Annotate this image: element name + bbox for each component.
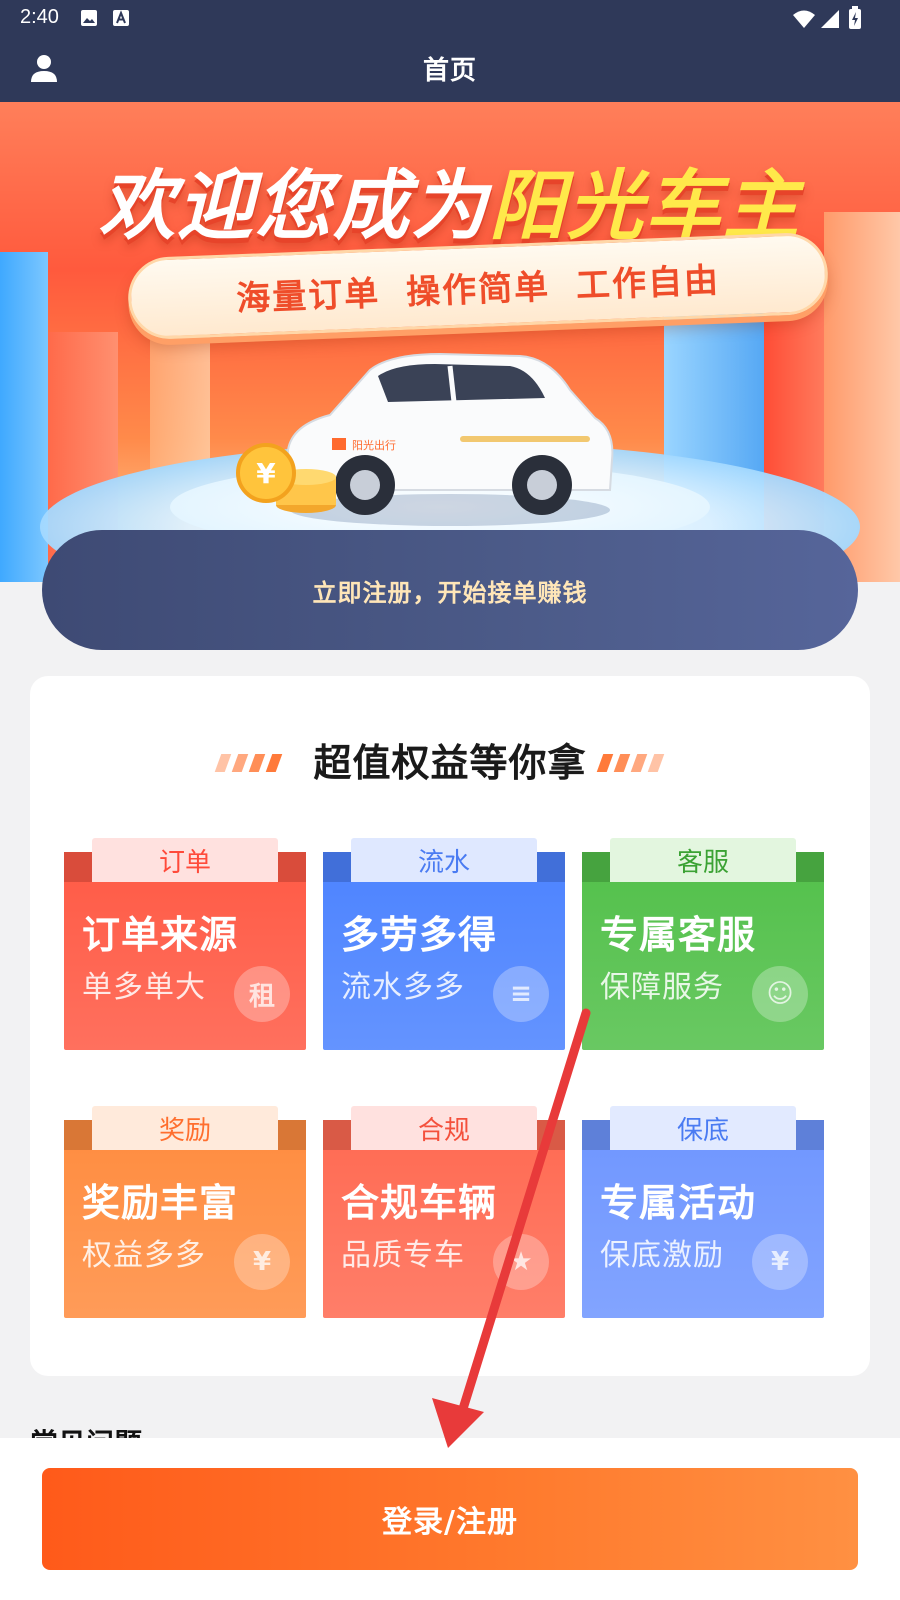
tile-subtitle: 权益多多 — [82, 1238, 206, 1273]
tile-ear-left — [64, 1120, 92, 1150]
tile-ear-left — [64, 852, 92, 882]
tile-title: 奖励丰富 — [82, 1181, 239, 1225]
tile-tab: 客服 — [610, 838, 796, 882]
tile-tab: 流水 — [351, 838, 537, 882]
benefit-tile-exclusive-service[interactable]: 客服专属客服保障服务 ☺ — [582, 838, 824, 1050]
tile-tab: 奖励 — [92, 1106, 278, 1150]
tile-ear-right — [278, 1120, 306, 1150]
tile-badge-icon: ★ — [493, 1234, 549, 1290]
signal-icon — [821, 10, 839, 28]
coins-icon: ¥ — [236, 443, 336, 513]
battery-icon — [849, 6, 861, 29]
benefit-tile-exclusive-activity[interactable]: 保底专属活动保底激励 ¥ — [582, 1106, 824, 1318]
tile-ear-right — [537, 852, 565, 882]
tile-tab: 合规 — [351, 1106, 537, 1150]
tile-title: 订单来源 — [82, 913, 239, 957]
tile-subtitle: 品质专车 — [341, 1238, 465, 1273]
benefit-tile-compliant-vehicle[interactable]: 合规合规车辆品质专车 ★ — [323, 1106, 565, 1318]
welcome-banner: 欢迎您成为阳光车主 海量订单 操作简单 工作自由 阳光出行 ¥ — [0, 102, 900, 582]
tile-subtitle: 流水多多 — [341, 970, 465, 1005]
benefits-heading: 超值权益等你拿 — [313, 741, 587, 785]
benefit-tile-more-work[interactable]: 流水多劳多得流水多多 ≡ — [323, 838, 565, 1050]
tile-subtitle: 单多单大 — [82, 970, 206, 1005]
register-now-button[interactable]: 立即注册，开始接单赚钱 — [42, 530, 858, 650]
benefit-tile-rich-rewards[interactable]: 奖励奖励丰富权益多多 ¥ — [64, 1106, 306, 1318]
status-time: 2:40 — [20, 6, 59, 28]
slogan-2: 操作简单 — [405, 266, 551, 313]
tile-title: 专属活动 — [600, 1181, 757, 1225]
tile-tab: 保底 — [610, 1106, 796, 1150]
tile-ear-left — [582, 1120, 610, 1150]
tile-badge-icon: ☺ — [752, 966, 808, 1022]
wifi-icon — [793, 10, 815, 28]
login-register-label: 登录/注册 — [382, 1505, 518, 1540]
tile-badge-icon: 租 — [234, 966, 290, 1022]
tile-title: 合规车辆 — [341, 1181, 498, 1225]
slogan-3: 工作自由 — [575, 260, 721, 306]
tile-ear-right — [796, 1120, 824, 1150]
tile-ear-right — [537, 1120, 565, 1150]
slogan-1: 海量订单 — [235, 273, 381, 319]
benefits-card: 超值权益等你拿 订单订单来源单多单大租 流水多劳多得流水多多 ≡ 客服专属客服保障服务… — [30, 676, 870, 1376]
banner-headline-white: 欢迎您成为 — [99, 161, 489, 250]
top-bar: 2:40 首页 — [0, 0, 900, 102]
image-notification-icon — [81, 10, 97, 26]
tile-badge-icon: ≡ — [493, 966, 549, 1022]
login-register-button[interactable]: 登录/注册 — [42, 1468, 858, 1570]
heading-stripes-right — [596, 754, 680, 772]
tile-title: 专属客服 — [600, 913, 757, 957]
tile-ear-left — [582, 852, 610, 882]
bottom-bar: 登录/注册 — [0, 1438, 900, 1600]
svg-text:¥: ¥ — [256, 457, 276, 490]
tile-subtitle: 保障服务 — [600, 970, 724, 1005]
register-now-label: 立即注册，开始接单赚钱 — [312, 578, 588, 607]
tile-badge-icon: ¥ — [234, 1234, 290, 1290]
tile-ear-right — [796, 852, 824, 882]
benefit-tile-order-source[interactable]: 订单订单来源单多单大租 — [64, 838, 306, 1050]
car-brand-label: 阳光出行 — [352, 438, 396, 452]
tile-ear-left — [323, 852, 351, 882]
status-bar: 2:40 — [0, 0, 900, 36]
tile-badge-icon: ¥ — [752, 1234, 808, 1290]
tile-tab: 订单 — [92, 838, 278, 882]
page-title: 首页 — [422, 56, 477, 86]
tile-ear-left — [323, 1120, 351, 1150]
tile-ear-right — [278, 852, 306, 882]
a-notification-icon — [113, 10, 129, 26]
tile-subtitle: 保底激励 — [600, 1238, 724, 1273]
tile-title: 多劳多得 — [341, 913, 498, 957]
